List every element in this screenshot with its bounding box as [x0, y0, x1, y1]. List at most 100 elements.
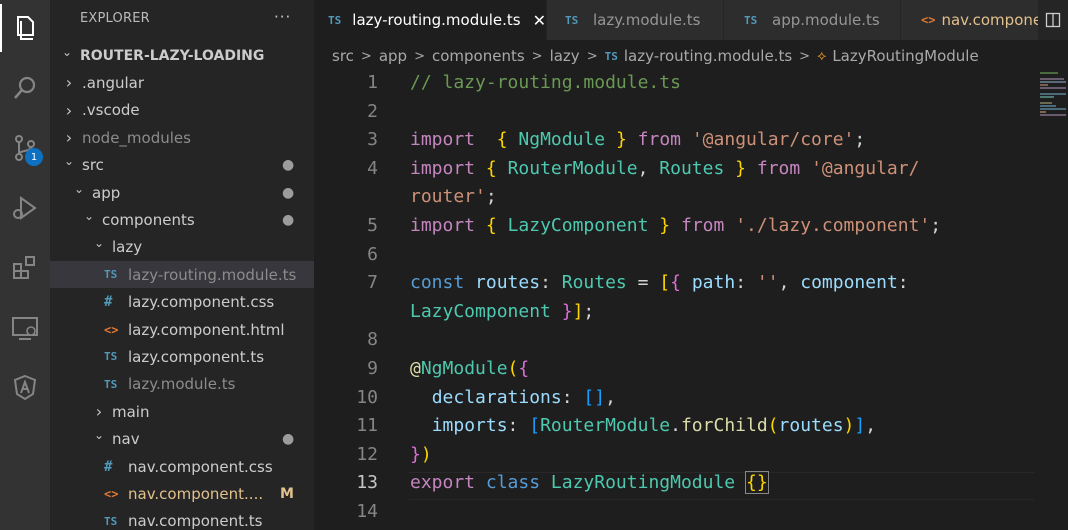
chevron-right-icon: >: [414, 48, 425, 64]
tree-item-label: .angular: [82, 73, 145, 92]
tree-item-label: app: [92, 183, 121, 202]
code-line: import { NgModule } from '@angular/core'…: [410, 129, 865, 150]
tree-file[interactable]: TS nav.component.ts: [50, 508, 314, 530]
tab-lazy-routing-module[interactable]: TS lazy-routing.module.ts ✕: [314, 0, 547, 40]
line-number: 5: [367, 215, 378, 236]
tree-item-label: components: [102, 210, 195, 229]
run-debug-icon[interactable]: [0, 184, 50, 232]
code-token: [: [659, 272, 671, 294]
split-editor-icon[interactable]: [1038, 0, 1068, 40]
line-number: 13: [356, 472, 378, 494]
typescript-file-icon: TS: [565, 13, 579, 27]
breadcrumb-file[interactable]: lazy-routing.module.ts: [624, 47, 792, 65]
tree-folder[interactable]: ⌄ app ●: [50, 179, 314, 206]
code-token: '': [756, 272, 779, 294]
tree-item-label: node_modules: [82, 128, 191, 147]
tree-folder[interactable]: ⌄ src ●: [50, 152, 314, 179]
breadcrumb-item[interactable]: lazy: [550, 47, 580, 65]
class-symbol-icon: ⟡: [817, 48, 827, 64]
code-token: from: [756, 157, 801, 179]
change-dot-icon: ●: [282, 157, 295, 174]
code-token: declarations: [431, 386, 562, 408]
minimap-line: [1040, 87, 1066, 89]
code-line: export class LazyRoutingModule {}: [410, 471, 769, 495]
tree-file[interactable]: TS lazy.module.ts: [50, 371, 314, 398]
code-line: import { LazyComponent } from './lazy.co…: [410, 215, 941, 236]
code-token: router': [410, 186, 486, 208]
tab-app-module[interactable]: TS app.module.ts: [724, 0, 901, 40]
code-editor[interactable]: 1 // lazy-routing.module.ts 2 3 import { NgM…: [314, 72, 1034, 530]
extensions-icon[interactable]: [0, 244, 50, 292]
ellipsis-icon[interactable]: ···: [274, 8, 291, 26]
code-token: ]: [854, 415, 866, 437]
typescript-file-icon: TS: [604, 49, 618, 63]
code-line: // lazy-routing.module.ts: [410, 72, 681, 93]
typescript-file-icon: TS: [104, 350, 118, 364]
tree-folder[interactable]: ⌄ lazy: [50, 234, 314, 261]
line-number: 14: [356, 501, 378, 522]
angular-icon[interactable]: [0, 364, 50, 412]
explorer-icon[interactable]: [0, 4, 50, 52]
tree-folder[interactable]: ⌄ nav ●: [50, 426, 314, 453]
code-token: import: [410, 157, 476, 179]
source-control-icon[interactable]: 1: [0, 124, 50, 172]
search-icon[interactable]: [0, 64, 50, 112]
chevron-right-icon: ›: [65, 128, 73, 148]
tree-file[interactable]: <> nav.component.... M: [50, 480, 314, 507]
breadcrumb-item[interactable]: components: [432, 47, 525, 65]
code-token: }: [735, 157, 747, 179]
remote-explorer-icon[interactable]: [0, 304, 50, 352]
modified-badge: M: [280, 485, 294, 502]
code-token: []: [583, 386, 606, 408]
tree-file[interactable]: <> lazy.component.html: [50, 316, 314, 343]
breadcrumb-symbol[interactable]: LazyRoutingModule: [832, 47, 978, 65]
code-token: }: [410, 443, 421, 465]
code-token: {: [670, 272, 681, 294]
tree-folder[interactable]: › .vscode: [50, 97, 314, 124]
code-token: NgModule: [518, 129, 606, 151]
tree-folder[interactable]: › main: [50, 398, 314, 425]
close-icon[interactable]: ✕: [533, 11, 546, 30]
tree-folder[interactable]: › node_modules: [50, 124, 314, 151]
breadcrumb-item[interactable]: src: [332, 47, 354, 65]
code-token: :: [897, 272, 909, 294]
typescript-file-icon: TS: [104, 514, 118, 528]
code-token: {}: [744, 471, 769, 495]
line-number: 7: [367, 272, 378, 294]
code-token: {: [496, 129, 508, 151]
tree-item-label: lazy: [112, 238, 143, 257]
tree-file[interactable]: TS lazy-routing.module.ts: [50, 261, 314, 289]
html-file-icon: <>: [104, 322, 119, 337]
minimap-line: [1040, 72, 1058, 74]
code-token: component: [800, 272, 898, 294]
breadcrumb-item[interactable]: app: [379, 47, 407, 65]
tree-folder[interactable]: ⌄ ROUTER-LAZY-LOADING: [50, 42, 314, 69]
code-line: import { RouterModule, Routes } from '@a…: [410, 158, 919, 179]
explorer-header: EXPLORER ···: [50, 0, 314, 38]
tree-file[interactable]: TS lazy.component.ts: [50, 343, 314, 370]
code-token: routes: [475, 272, 541, 294]
code-token: ): [843, 415, 855, 437]
chevron-right-icon: >: [799, 48, 811, 64]
code-line: @NgModule({: [410, 358, 529, 379]
code-token: LazyComponent: [507, 215, 649, 236]
code-line: imports: [RouterModule.forChild(routes)]…: [410, 415, 876, 436]
tree-file[interactable]: # lazy.component.css: [50, 289, 314, 316]
tab-lazy-module[interactable]: TS lazy.module.ts: [547, 0, 724, 40]
minimap[interactable]: [1034, 72, 1068, 530]
code-token: './lazy.component': [735, 215, 931, 236]
line-number: 4: [367, 157, 378, 179]
line-number: 12: [356, 443, 378, 465]
code-token: RouterModule: [540, 415, 671, 437]
tree-folder[interactable]: › .angular: [50, 69, 314, 96]
chevron-down-icon: ⌄: [83, 208, 95, 223]
tree-folder[interactable]: ⌄ components ●: [50, 206, 314, 233]
tree-file[interactable]: # nav.component.css: [50, 453, 314, 480]
